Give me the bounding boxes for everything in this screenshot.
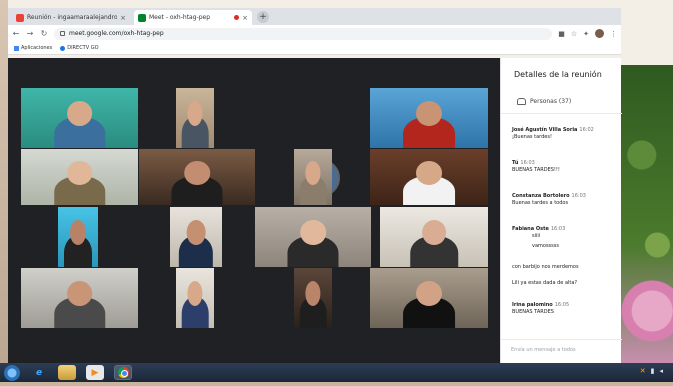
- profile-avatar[interactable]: [595, 29, 604, 38]
- photo-backdrop-bottom: [0, 382, 673, 386]
- video-tile[interactable]: [255, 207, 371, 267]
- reload-icon[interactable]: ↻: [40, 29, 48, 38]
- windows-taskbar: e ▶ ✕ ▮ ◂: [0, 363, 673, 382]
- back-arrow-icon[interactable]: ←: [12, 29, 20, 38]
- browser-tab-bar: Reunión - ingaamaraalejandro × Meet - ox…: [8, 8, 621, 25]
- video-tile[interactable]: [176, 268, 214, 328]
- message-sender: Constanza Bortolero: [512, 193, 570, 199]
- apps-grid-icon: [14, 45, 19, 51]
- chrome-taskbar-button[interactable]: [114, 365, 132, 380]
- tray-warning-icon[interactable]: ✕: [640, 367, 646, 375]
- chat-message: Tú 16:03 BUENAS TARDES!!!: [512, 160, 618, 173]
- chat-message: Lili ya estas dada de alta?: [512, 280, 618, 287]
- video-tile[interactable]: [370, 88, 488, 148]
- bookmark-directv[interactable]: DIRECTV GO: [60, 45, 99, 51]
- video-tile[interactable]: [21, 149, 138, 205]
- bookmark-apps[interactable]: Aplicaciones: [14, 45, 52, 51]
- message-time: 16:03: [520, 160, 535, 166]
- message-text: ¡Buenas tardes!: [512, 133, 552, 140]
- tab-reunion[interactable]: Reunión - ingaamaraalejandro ×: [12, 10, 130, 25]
- address-bar[interactable]: meet.google.com/oxh-htag-pep: [54, 27, 553, 40]
- message-time: 16:02: [579, 127, 594, 133]
- video-tile[interactable]: [170, 207, 222, 267]
- video-tile[interactable]: [21, 268, 138, 328]
- camera-icon[interactable]: ■: [558, 30, 565, 38]
- photo-backdrop-left: [0, 0, 8, 386]
- divider: [501, 339, 622, 340]
- photo-backdrop-flowers: [621, 65, 673, 365]
- chat-message: con barbijo nos merdemos: [512, 264, 618, 271]
- message-text: siiii: [532, 232, 541, 239]
- extensions-icon[interactable]: ✦: [583, 30, 589, 38]
- tab-title: Meet - oxh-htag-pep: [149, 14, 211, 21]
- menu-icon[interactable]: ⋮: [610, 30, 617, 38]
- message-sender: Irina palomino: [512, 302, 553, 308]
- network-icon[interactable]: ▮: [651, 367, 655, 375]
- message-time: 16:03: [550, 226, 566, 232]
- chat-message: José Agustín Villa Soria 16:02 ¡Buenas ta…: [512, 127, 618, 140]
- message-time: 16:05: [554, 302, 570, 308]
- video-tile[interactable]: [380, 207, 488, 267]
- system-tray: ✕ ▮ ◂: [640, 367, 663, 375]
- panel-title: Detalles de la reunión: [514, 70, 602, 79]
- chat-input[interactable]: Envía un mensaje a todos: [511, 347, 611, 353]
- star-icon[interactable]: ☆: [571, 30, 577, 38]
- chat-message: Irina palomino 16:05 BUENAS TARDES: [512, 302, 618, 315]
- new-tab-button[interactable]: +: [257, 11, 269, 23]
- message-time: 16:03: [571, 193, 586, 199]
- people-tab[interactable]: Personas (37): [517, 98, 571, 105]
- bookmarks-bar: Aplicaciones DIRECTV GO: [8, 42, 621, 55]
- close-icon[interactable]: ×: [242, 14, 248, 22]
- meeting-details-panel: Detalles de la reunión Personas (37) Jos…: [500, 58, 622, 363]
- chrome-icon: [117, 367, 129, 378]
- people-icon: [517, 98, 526, 105]
- chat-message: Constanza Bortolero 16:03 Buenas tardes a…: [512, 193, 618, 206]
- url-text: meet.google.com/oxh-htag-pep: [69, 30, 164, 37]
- meet-video-grid: [8, 58, 500, 363]
- internet-explorer-icon[interactable]: e: [30, 365, 48, 380]
- recording-dot-icon: [234, 15, 240, 20]
- screen: Reunión - ingaamaraalejandro × Meet - ox…: [0, 0, 673, 386]
- message-text: BUENAS TARDES: [512, 308, 554, 315]
- meet-icon: [138, 13, 146, 22]
- start-button[interactable]: [4, 364, 20, 381]
- tab-title: Reunión - ingaamaraalejandro: [27, 14, 118, 21]
- message-sender: Tú: [512, 160, 519, 166]
- file-explorer-icon[interactable]: [58, 365, 76, 380]
- video-tile[interactable]: [294, 268, 332, 328]
- video-tile[interactable]: [58, 207, 98, 267]
- video-tile[interactable]: [21, 88, 138, 148]
- gmail-icon: [16, 13, 24, 22]
- message-sender: José Agustín Villa Soria: [512, 127, 578, 133]
- video-tile[interactable]: [370, 268, 488, 328]
- people-count: Personas (37): [530, 98, 572, 105]
- chat-message: vamosssss: [512, 243, 618, 250]
- bookmark-label: DIRECTV GO: [67, 45, 99, 51]
- message-text: con barbijo nos merdemos: [512, 264, 579, 270]
- video-tile[interactable]: [139, 149, 255, 205]
- lock-icon: [60, 31, 65, 36]
- video-tile[interactable]: [176, 88, 214, 148]
- divider: [501, 113, 622, 114]
- message-text: Lili ya estas dada de alta?: [512, 280, 578, 286]
- message-sender: Fabiana Oste: [512, 226, 549, 232]
- close-icon[interactable]: ×: [120, 14, 126, 22]
- directv-icon: [60, 45, 66, 51]
- message-text: BUENAS TARDES!!!: [512, 166, 560, 173]
- message-text: Buenas tardes a todos: [512, 199, 569, 206]
- volume-icon[interactable]: ◂: [659, 367, 663, 375]
- chat-message: Fabiana Oste 16:03 siiii: [512, 226, 618, 239]
- bookmark-label: Aplicaciones: [21, 45, 53, 51]
- tab-meet[interactable]: Meet - oxh-htag-pep ×: [134, 10, 252, 25]
- media-player-icon[interactable]: ▶: [86, 365, 104, 380]
- forward-arrow-icon[interactable]: →: [26, 29, 34, 38]
- message-text: vamosssss: [532, 243, 559, 249]
- browser-toolbar: ← → ↻ meet.google.com/oxh-htag-pep ■ ☆ ✦…: [8, 25, 621, 42]
- video-tile[interactable]: [370, 149, 488, 205]
- video-tile[interactable]: [294, 149, 332, 205]
